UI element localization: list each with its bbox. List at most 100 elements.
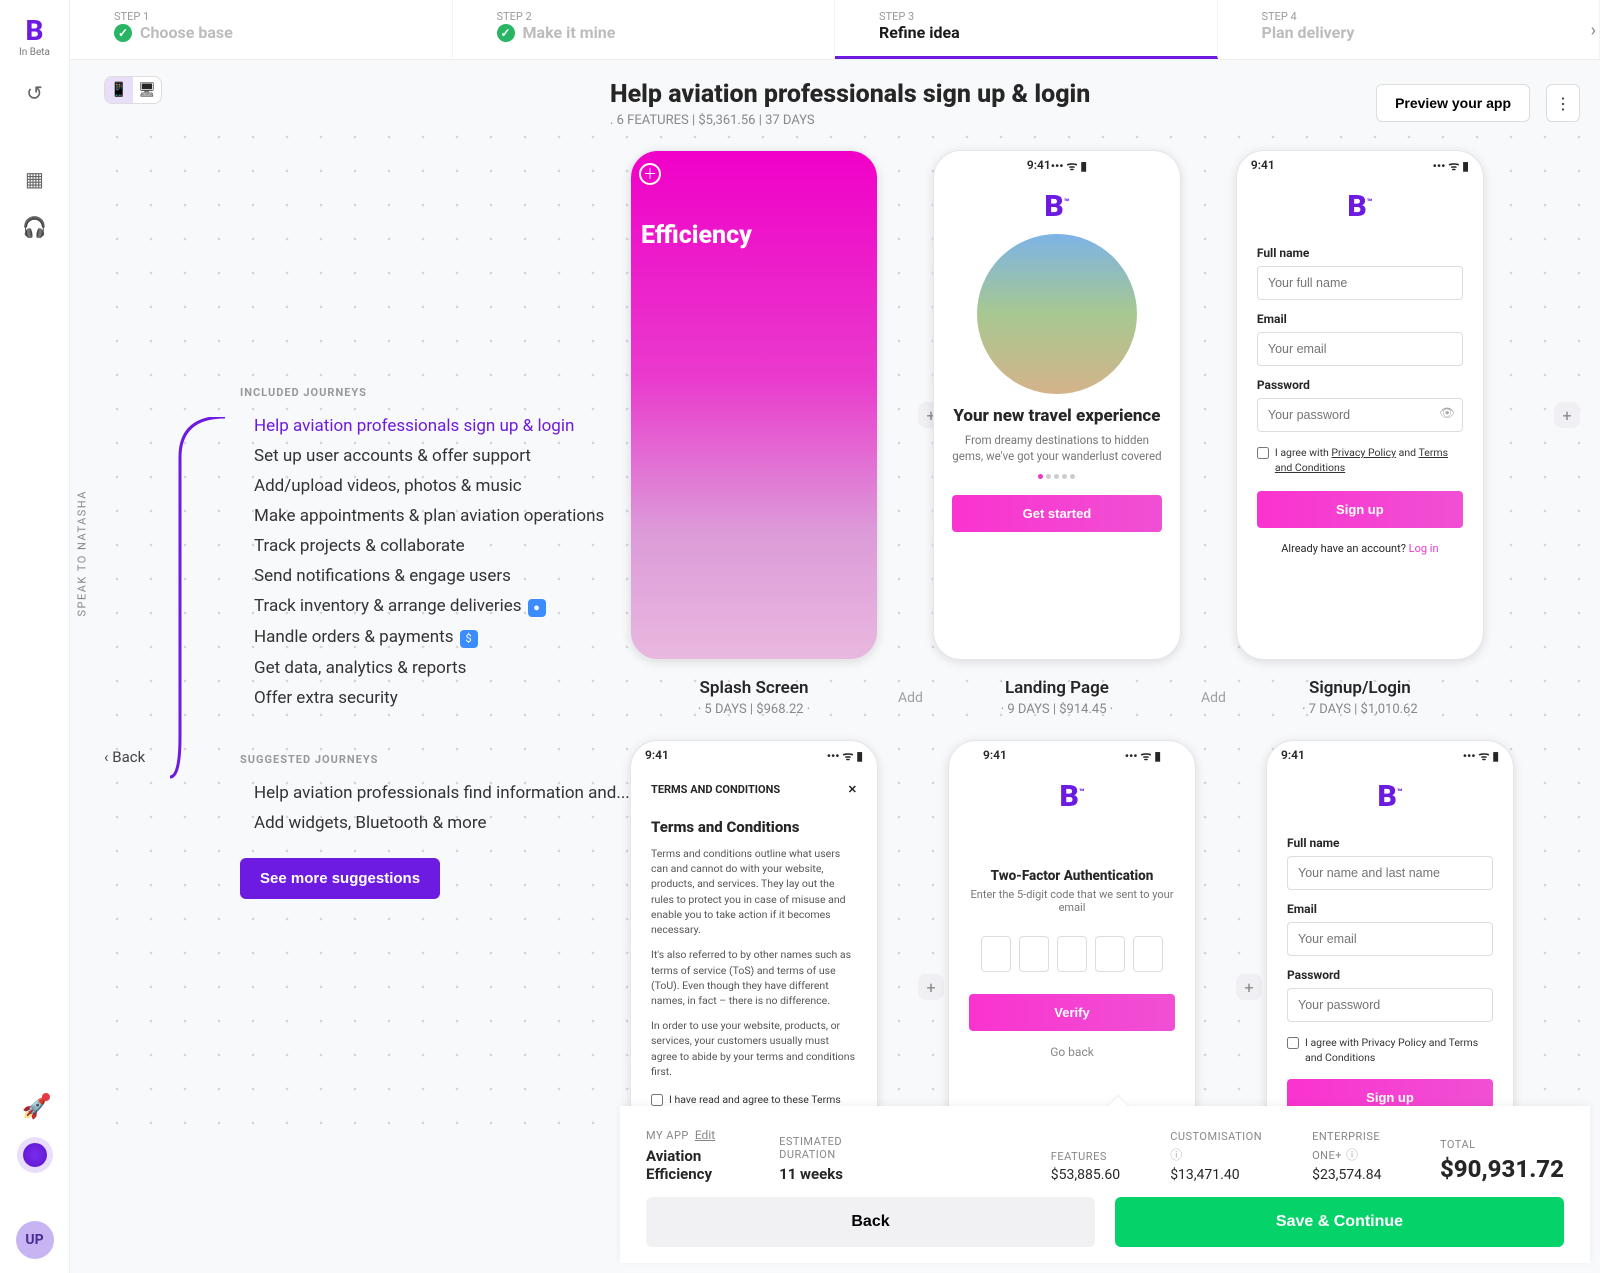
name-input[interactable] — [1287, 856, 1493, 890]
tc-bar-title: TERMS AND CONDITIONS — [651, 783, 780, 796]
duration-value: 11 weeks — [779, 1165, 861, 1183]
preview-button[interactable]: Preview your app — [1376, 84, 1530, 122]
left-sidebar: B In Beta ↺ ▦ 🎧 🚀 UP — [0, 0, 70, 1273]
journey-item[interactable]: Help aviation professionals sign up & lo… — [240, 411, 660, 441]
suggested-journey-item[interactable]: Help aviation professionals find informa… — [240, 778, 660, 808]
desktop-view-icon[interactable]: 🖥 — [133, 77, 161, 103]
eye-icon[interactable]: 👁 — [1439, 406, 1455, 421]
journey-item[interactable]: Make appointments & plan aviation operat… — [240, 501, 660, 531]
journey-item[interactable]: Offer extra security — [240, 683, 660, 713]
journey-item[interactable]: Add/upload videos, photos & music — [240, 471, 660, 501]
step-4-tab[interactable]: STEP 4 Plan delivery — [1218, 0, 1600, 59]
add-link[interactable]: Add — [898, 690, 923, 706]
phone-preview[interactable]: 9:41••• ᯤ ▮ B™ Full name Email Password … — [1266, 740, 1514, 1133]
add-between-icon[interactable]: + — [1236, 974, 1262, 1000]
screen-signup: 9:41••• ᯤ ▮ B™ Full name Email Password … — [1236, 150, 1484, 717]
step-1-key: STEP 1 — [114, 10, 408, 23]
step-3-tab[interactable]: STEP 3 Refine idea — [835, 0, 1218, 59]
step-2-tab[interactable]: STEP 2 ✓Make it mine — [453, 0, 836, 59]
add-link[interactable]: Add — [1201, 690, 1226, 706]
close-icon[interactable]: ✕ — [848, 783, 857, 796]
splash-word: Efficiency — [631, 185, 877, 250]
journey-badge: $ — [460, 630, 478, 648]
journey-badge: ● — [528, 599, 546, 617]
journey-item[interactable]: Send notifications & engage users — [240, 561, 660, 591]
rocket-icon[interactable]: 🚀 — [22, 1095, 48, 1121]
user-avatar[interactable]: UP — [16, 1221, 54, 1259]
suggested-journeys-head: SUGGESTED JOURNEYS — [240, 753, 660, 766]
page-title: Help aviation professionals sign up & lo… — [610, 80, 1090, 109]
agree-checkbox[interactable] — [1257, 447, 1269, 459]
app-logo: B™ — [1059, 779, 1084, 814]
more-menu-icon[interactable]: ⋮ — [1546, 84, 1580, 122]
undo-icon[interactable]: ↺ — [22, 80, 48, 106]
email-label: Email — [1287, 902, 1493, 916]
status-time: 9:41 — [983, 748, 1007, 762]
status-time: 9:41 — [1251, 158, 1275, 172]
pp-link[interactable]: Privacy Policy — [1331, 446, 1396, 459]
journey-item[interactable]: Track projects & collaborate — [240, 531, 660, 561]
login-link[interactable]: Log in — [1409, 542, 1439, 555]
2fa-heading: Two-Factor Authentication — [991, 868, 1154, 884]
status-icons: ••• ᯤ ▮ — [827, 747, 863, 764]
included-journeys: INCLUDED JOURNEYS Help aviation professi… — [240, 386, 660, 899]
hero-image — [977, 234, 1137, 394]
screen-title: Signup/Login — [1309, 678, 1411, 698]
code-inputs[interactable] — [981, 936, 1163, 972]
assistant-orb[interactable] — [23, 1143, 47, 1167]
chevron-right-icon[interactable]: › — [1591, 20, 1596, 41]
step-tabs: STEP 1 ✓Choose base STEP 2 ✓Make it mine… — [70, 0, 1600, 60]
duration-key: ESTIMATED DURATION — [779, 1135, 861, 1161]
go-back-link[interactable]: Go back — [1050, 1045, 1094, 1059]
screen-splash: ＋ Efficiency Splash Screen · 5 DAYS | $9… — [630, 150, 878, 717]
tc-para: In order to use your website, products, … — [651, 1018, 857, 1079]
carousel-dots — [1038, 474, 1075, 479]
email-input[interactable] — [1257, 332, 1463, 366]
status-icons: ••• ᯤ ▮ — [1051, 157, 1087, 174]
screens-row-1: + + + ＋ Efficiency Splash Screen · 5 DAY… — [630, 150, 1484, 717]
see-more-suggestions-button[interactable]: See more suggestions — [240, 858, 440, 899]
myapp-value: Aviation Efficiency — [646, 1147, 729, 1183]
save-continue-button[interactable]: Save & Continue — [1115, 1197, 1564, 1247]
mobile-view-icon[interactable]: 📱 — [105, 77, 133, 103]
step-3-label: Refine idea — [879, 23, 1173, 42]
info-icon[interactable]: ⓘ — [1346, 1148, 1358, 1162]
phone-preview[interactable]: 9:41 ••• ᯤ ▮ B™ Two-Factor Authentication… — [948, 740, 1196, 1133]
name-input[interactable] — [1257, 266, 1463, 300]
agree-checkbox[interactable] — [1287, 1037, 1299, 1049]
password-input[interactable] — [1287, 988, 1493, 1022]
journey-item[interactable]: Get data, analytics & reports — [240, 653, 660, 683]
phone-preview[interactable]: 9:41••• ᯤ ▮ B™ Your new travel experienc… — [933, 150, 1181, 660]
info-icon[interactable]: ⓘ — [1170, 1148, 1182, 1162]
edit-link[interactable]: Edit — [695, 1128, 715, 1142]
2fa-text: Enter the 5-digit code that we sent to y… — [969, 888, 1175, 914]
signup-form: Full name Email Password 👁 I agree with … — [1237, 234, 1483, 555]
journey-item[interactable]: Handle orders & payments$ — [240, 622, 660, 653]
app-logo: B™ — [1267, 779, 1513, 814]
add-between-icon[interactable]: + — [918, 974, 944, 1000]
phone-preview[interactable]: 9:41••• ᯤ ▮ B™ Full name Email Password … — [1236, 150, 1484, 660]
verify-button[interactable]: Verify — [969, 994, 1175, 1031]
grid-icon[interactable]: ▦ — [22, 166, 48, 192]
phone-preview[interactable]: ＋ Efficiency — [630, 150, 878, 660]
total-value: $90,931.72 — [1440, 1155, 1564, 1183]
suggested-journey-item[interactable]: Add widgets, Bluetooth & more — [240, 808, 660, 838]
journey-item[interactable]: Set up user accounts & offer support — [240, 441, 660, 471]
journey-item[interactable]: Track inventory & arrange deliveries● — [240, 591, 660, 622]
headset-icon[interactable]: 🎧 — [22, 214, 48, 240]
tc-checkbox[interactable] — [651, 1094, 663, 1106]
name-label: Full name — [1257, 246, 1463, 260]
password-label: Password — [1257, 378, 1463, 392]
signup-button[interactable]: Sign up — [1257, 491, 1463, 528]
add-between-icon[interactable]: + — [1554, 402, 1580, 428]
agree-text: I agree with Privacy Policy and Terms an… — [1305, 1036, 1493, 1065]
landing-text: From dreamy destinations to hidden gems,… — [952, 432, 1162, 464]
plus-circle-icon: ＋ — [639, 163, 661, 185]
get-started-button[interactable]: Get started — [952, 495, 1162, 532]
phone-preview[interactable]: 9:41••• ᯤ ▮ TERMS AND CONDITIONS✕ Terms … — [630, 740, 878, 1133]
step-1-tab[interactable]: STEP 1 ✓Choose base — [70, 0, 453, 59]
status-icons: ••• ᯤ ▮ — [1125, 747, 1161, 764]
back-button[interactable]: Back — [646, 1197, 1095, 1247]
email-input[interactable] — [1287, 922, 1493, 956]
password-input[interactable] — [1257, 398, 1463, 432]
